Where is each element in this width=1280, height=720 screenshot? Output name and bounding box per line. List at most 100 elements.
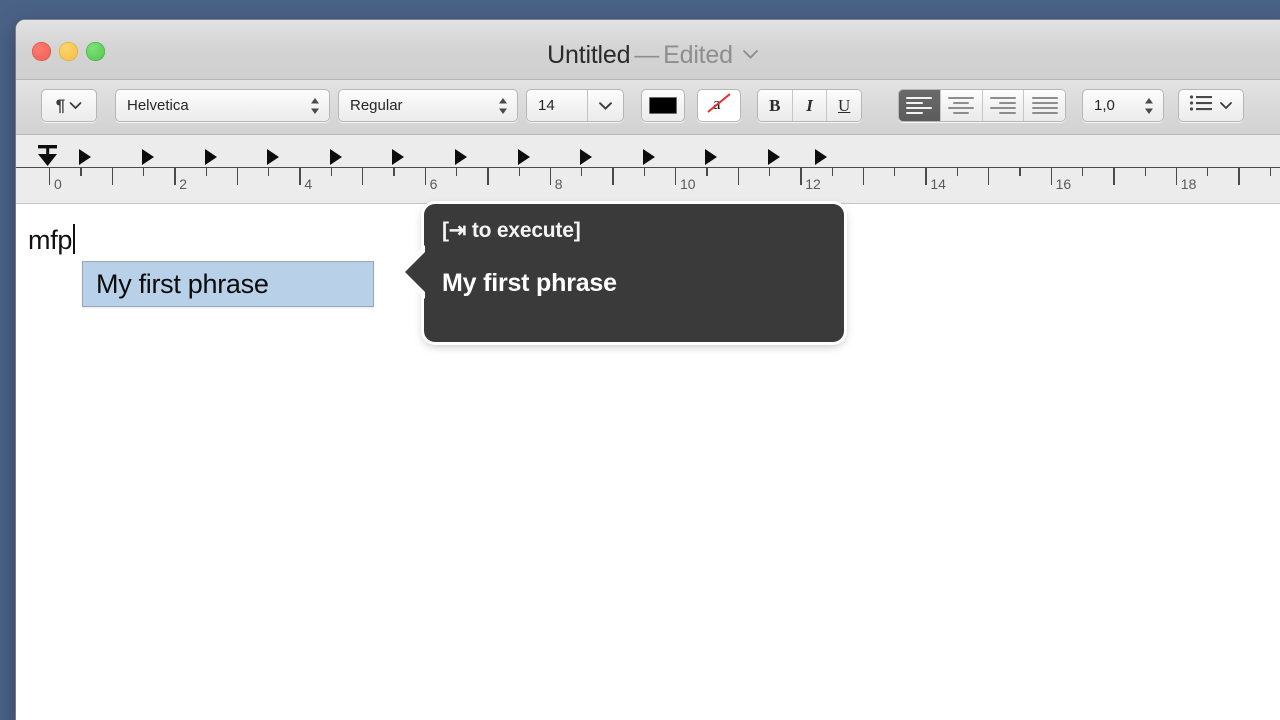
ruler-tick-minor: [393, 168, 395, 176]
list-style-dropdown[interactable]: [1178, 89, 1244, 122]
ruler-tick-minor: [643, 168, 646, 176]
stepper-arrows-icon[interactable]: [310, 96, 320, 115]
align-center-icon: [948, 94, 975, 116]
chevron-down-icon: [69, 101, 82, 110]
ruler-tick-major: [988, 168, 990, 185]
text-color-a-icon: a: [704, 91, 734, 120]
align-right-icon: [989, 94, 1016, 116]
left-tab-stop-icon[interactable]: [329, 149, 342, 165]
line-spacing-select[interactable]: 1,0: [1082, 89, 1164, 122]
ruler-tick-major: [174, 168, 176, 185]
ruler-tick-minor: [768, 168, 771, 176]
align-justify-button[interactable]: [1023, 90, 1065, 121]
ruler-tick-minor: [706, 168, 708, 176]
ruler-tick-major: [236, 168, 239, 185]
left-tab-stop-icon[interactable]: [642, 149, 655, 165]
paragraph-style-dropdown[interactable]: ¶: [41, 89, 97, 122]
ruler-tick-label: 12: [805, 176, 821, 192]
ruler-tick-label: 10: [680, 176, 696, 192]
ruler-tick-minor: [1269, 168, 1272, 176]
italic-button[interactable]: I: [791, 90, 827, 121]
font-size-value[interactable]: 14: [527, 97, 587, 114]
ruler-tick-major: [737, 168, 739, 185]
ruler-tick-minor: [1144, 168, 1146, 176]
bulleted-list-icon: [1189, 94, 1213, 117]
document-ruler[interactable]: 0 2 4 6 8 10 12 14 16 18: [16, 135, 1280, 204]
ruler-tick-major: [299, 168, 301, 185]
ruler-tick-major: [1050, 168, 1052, 185]
ruler-tick-major: [925, 168, 927, 185]
left-tab-stop-icon[interactable]: [79, 149, 92, 165]
ruler-tick-major: [612, 168, 614, 185]
text-color-button[interactable]: [641, 89, 685, 122]
ruler-tick-minor: [205, 168, 207, 176]
ruler-tick-major: [1113, 168, 1115, 185]
ruler-tick-major: [862, 168, 865, 185]
typed-text: mfp: [28, 224, 76, 256]
line-spacing-value: 1,0: [1094, 97, 1115, 114]
ruler-tick-label: 14: [930, 176, 946, 192]
ruler-tick-label: 0: [54, 176, 62, 192]
ruler-tick-label: 2: [179, 176, 187, 192]
text-style-segmented-control: B I U: [757, 89, 862, 122]
typed-text-value: mfp: [28, 225, 73, 255]
tooltip-hint: [⇥ to execute]: [442, 219, 581, 242]
ruler-tick-minor: [894, 168, 896, 176]
text-highlight-button[interactable]: a: [697, 89, 741, 122]
ruler-tick-major: [362, 168, 364, 185]
document-title: Untitled: [547, 41, 631, 69]
pilcrow-icon: ¶: [55, 96, 66, 115]
font-family-select[interactable]: Helvetica: [115, 89, 330, 122]
stepper-arrows-icon[interactable]: [498, 96, 508, 115]
font-size-field[interactable]: 14: [526, 89, 624, 122]
align-center-button[interactable]: [939, 90, 982, 121]
ruler-tick-minor: [268, 168, 270, 176]
left-tab-stop-icon[interactable]: [767, 149, 780, 165]
ruler-tick-minor: [1081, 168, 1084, 176]
window-titlebar[interactable]: Untitled — Edited: [16, 20, 1280, 80]
ruler-tick-minor: [142, 168, 145, 176]
tooltip-content: [⇥ to execute] My first phrase: [424, 204, 844, 298]
font-style-select[interactable]: Regular: [338, 89, 518, 122]
document-text-area[interactable]: mfp My first phrase [⇥ to execute] My fi…: [16, 204, 1280, 720]
tooltip-tail: [405, 251, 426, 293]
left-tab-stop-icon[interactable]: [267, 149, 280, 165]
align-justify-icon: [1031, 94, 1058, 116]
ruler-tick-label: 6: [429, 176, 438, 192]
ruler-tick-major: [111, 168, 113, 185]
title-dash: —: [634, 41, 660, 69]
left-tab-stop-icon[interactable]: [580, 149, 593, 165]
title-chevron-down-icon[interactable]: [742, 38, 759, 67]
align-right-button[interactable]: [981, 90, 1024, 121]
left-tab-stop-icon[interactable]: [705, 149, 718, 165]
font-family-value: Helvetica: [127, 97, 189, 114]
left-tab-stop-icon[interactable]: [141, 149, 154, 165]
align-left-button[interactable]: [899, 90, 940, 121]
ruler-tick-minor: [831, 168, 833, 176]
tooltip-expansion: My first phrase: [442, 269, 617, 297]
left-tab-stop-icon[interactable]: [814, 149, 827, 165]
left-tab-stop-icon[interactable]: [392, 149, 405, 165]
desktop-background: Untitled — Edited ¶ Helvetica Regular 14…: [0, 0, 1280, 720]
ruler-tick-minor: [581, 168, 583, 176]
ruler-tick-major: [1238, 168, 1240, 185]
left-tab-stop-icon[interactable]: [204, 149, 217, 165]
left-tab-stop-icon[interactable]: [454, 149, 467, 165]
autocomplete-suggestion[interactable]: My first phrase: [82, 261, 374, 307]
ruler-tick-minor: [1019, 168, 1021, 176]
text-caret: [73, 224, 76, 254]
alignment-segmented-control: [898, 89, 1066, 122]
ruler-tick-label: 4: [304, 176, 313, 192]
format-toolbar: ¶ Helvetica Regular 14 a B I U 1,0: [16, 80, 1280, 135]
left-tab-stop-icon[interactable]: [517, 149, 530, 165]
ruler-tick-major: [800, 168, 802, 185]
underline-button[interactable]: U: [826, 90, 861, 121]
bold-button[interactable]: B: [758, 90, 792, 121]
ruler-tick-label: 8: [554, 176, 563, 192]
stepper-arrows-icon[interactable]: [1144, 96, 1154, 115]
font-size-chevron-down-icon[interactable]: [587, 90, 623, 121]
ruler-tick-major: [549, 168, 552, 185]
window-title: Untitled — Edited: [16, 38, 1280, 70]
chevron-down-icon: [1219, 101, 1233, 110]
first-line-indent-marker-icon[interactable]: [35, 144, 63, 170]
